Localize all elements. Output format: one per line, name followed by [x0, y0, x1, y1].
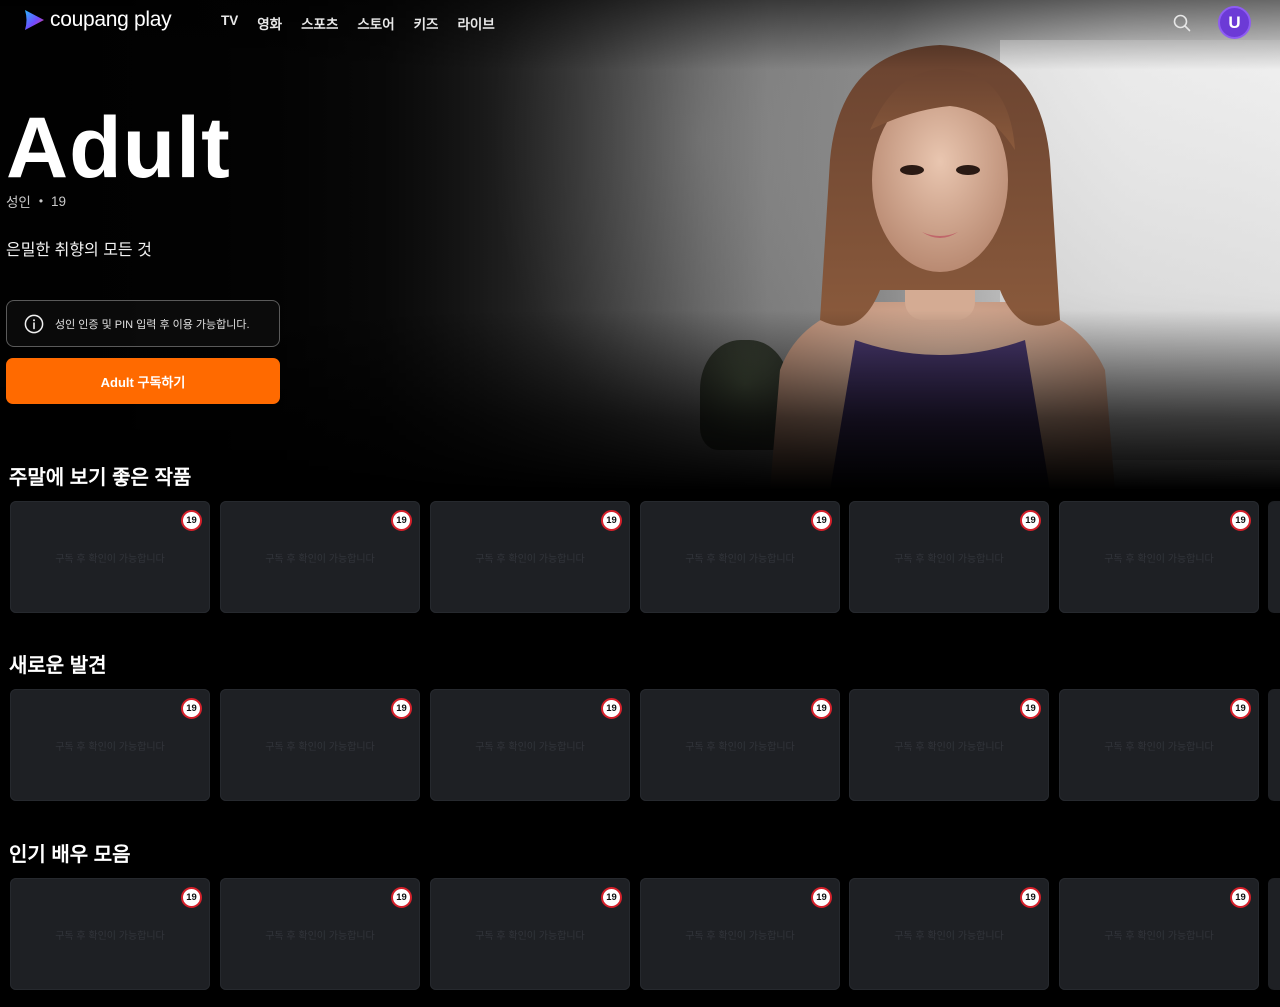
nav-item-store[interactable]: 스토어: [357, 13, 394, 33]
nav-item-movies[interactable]: 영화: [257, 13, 282, 33]
content-card[interactable]: 19 구독 후 확인이 가능합니다: [1059, 501, 1259, 613]
hero-banner: [0, 0, 1280, 490]
nav-item-tv[interactable]: TV: [221, 13, 238, 33]
content-card[interactable]: 19 구독 후 확인이 가능합니다: [640, 689, 840, 801]
row-title-discovery: 새로운 발견: [9, 655, 107, 677]
main-nav: TV 영화 스포츠 스토어 키즈 라이브: [221, 13, 514, 33]
card-placeholder: 구독 후 확인이 가능합니다: [685, 554, 795, 565]
nav-item-kids[interactable]: 키즈: [414, 13, 439, 33]
rating-badge: 19: [601, 698, 622, 719]
search-button[interactable]: [1172, 13, 1192, 33]
play-triangle-icon: [25, 10, 44, 30]
content-card[interactable]: 19 구독 후 확인이 가능합니다: [220, 878, 420, 990]
rating-badge: 19: [1230, 698, 1251, 719]
card-placeholder: 구독 후 확인이 가능합니다: [894, 931, 1004, 942]
meta-separator: •: [38, 194, 44, 208]
row-title-weekend: 주말에 보기 좋은 작품: [9, 467, 192, 489]
card-placeholder: 구독 후 확인이 가능합니다: [685, 742, 795, 753]
card-placeholder: 구독 후 확인이 가능합니다: [894, 742, 1004, 753]
rating-badge: 19: [1020, 510, 1041, 531]
content-card[interactable]: 19 구독 후 확인이 가능합니다: [220, 501, 420, 613]
nav-item-sports[interactable]: 스포츠: [301, 13, 338, 33]
content-card[interactable]: 19 구독 후 확인이 가능합니다: [640, 501, 840, 613]
content-card[interactable]: 19 구독 후 확인이 가능합니다: [10, 501, 210, 613]
content-card[interactable]: 19 구독 후 확인이 가능합니다: [10, 689, 210, 801]
verification-notice: 성인 인증 및 PIN 입력 후 이용 가능합니다.: [6, 300, 280, 347]
rating-badge: 19: [391, 510, 412, 531]
meta-rating: 19: [51, 193, 67, 209]
next-card-peek[interactable]: [1268, 878, 1280, 990]
notice-text: 성인 인증 및 PIN 입력 후 이용 가능합니다.: [55, 318, 250, 331]
card-placeholder: 구독 후 확인이 가능합니다: [1104, 931, 1214, 942]
row-title-popular-actors: 인기 배우 모음: [9, 844, 131, 866]
rating-badge: 19: [811, 510, 832, 531]
subscribe-button[interactable]: Adult 구독하기: [6, 358, 280, 404]
avatar[interactable]: U: [1218, 6, 1251, 39]
logo-text: coupang play: [50, 8, 172, 31]
top-navigation: coupang play TV 영화 스포츠 스토어 키즈 라이브 U: [0, 0, 1280, 44]
content-card[interactable]: 19 구독 후 확인이 가능합니다: [849, 501, 1049, 613]
search-icon: [1173, 14, 1191, 32]
content-card[interactable]: 19 구독 후 확인이 가능합니다: [849, 689, 1049, 801]
card-placeholder: 구독 후 확인이 가능합니다: [55, 931, 165, 942]
nav-item-live[interactable]: 라이브: [457, 13, 494, 33]
next-card-peek[interactable]: [1268, 501, 1280, 613]
rating-badge: 19: [601, 510, 622, 531]
content-card[interactable]: 19 구독 후 확인이 가능합니다: [430, 878, 630, 990]
card-placeholder: 구독 후 확인이 가능합니다: [265, 742, 375, 753]
rating-badge: 19: [1230, 510, 1251, 531]
logo[interactable]: coupang play: [22, 8, 172, 32]
page-title: Adult: [6, 100, 231, 196]
card-placeholder: 구독 후 확인이 가능합니다: [475, 554, 585, 565]
next-card-peek[interactable]: [1268, 689, 1280, 801]
hero-meta: 성인 • 19: [6, 191, 66, 211]
content-card[interactable]: 19 구독 후 확인이 가능합니다: [430, 501, 630, 613]
rating-badge: 19: [181, 698, 202, 719]
content-card[interactable]: 19 구독 후 확인이 가능합니다: [1059, 878, 1259, 990]
avatar-initial: U: [1228, 12, 1241, 32]
rating-badge: 19: [811, 698, 832, 719]
rating-badge: 19: [391, 887, 412, 908]
meta-category: 성인: [6, 195, 31, 210]
rating-badge: 19: [1020, 887, 1041, 908]
hero-description: 은밀한 취향의 모든 것: [6, 242, 152, 259]
content-card[interactable]: 19 구독 후 확인이 가능합니다: [10, 878, 210, 990]
card-placeholder: 구독 후 확인이 가능합니다: [894, 554, 1004, 565]
content-card[interactable]: 19 구독 후 확인이 가능합니다: [430, 689, 630, 801]
info-icon: [24, 314, 44, 333]
card-placeholder: 구독 후 확인이 가능합니다: [475, 931, 585, 942]
rating-badge: 19: [1230, 887, 1251, 908]
card-placeholder: 구독 후 확인이 가능합니다: [55, 742, 165, 753]
card-placeholder: 구독 후 확인이 가능합니다: [475, 742, 585, 753]
card-placeholder: 구독 후 확인이 가능합니다: [265, 931, 375, 942]
content-card[interactable]: 19 구독 후 확인이 가능합니다: [640, 878, 840, 990]
rating-badge: 19: [181, 887, 202, 908]
card-placeholder: 구독 후 확인이 가능합니다: [1104, 742, 1214, 753]
card-placeholder: 구독 후 확인이 가능합니다: [55, 554, 165, 565]
rating-badge: 19: [811, 887, 832, 908]
rating-badge: 19: [601, 887, 622, 908]
card-placeholder: 구독 후 확인이 가능합니다: [1104, 554, 1214, 565]
rating-badge: 19: [391, 698, 412, 719]
content-card[interactable]: 19 구독 후 확인이 가능합니다: [220, 689, 420, 801]
content-card[interactable]: 19 구독 후 확인이 가능합니다: [849, 878, 1049, 990]
rating-badge: 19: [181, 510, 202, 531]
card-placeholder: 구독 후 확인이 가능합니다: [685, 931, 795, 942]
content-card[interactable]: 19 구독 후 확인이 가능합니다: [1059, 689, 1259, 801]
rating-badge: 19: [1020, 698, 1041, 719]
card-placeholder: 구독 후 확인이 가능합니다: [265, 554, 375, 565]
